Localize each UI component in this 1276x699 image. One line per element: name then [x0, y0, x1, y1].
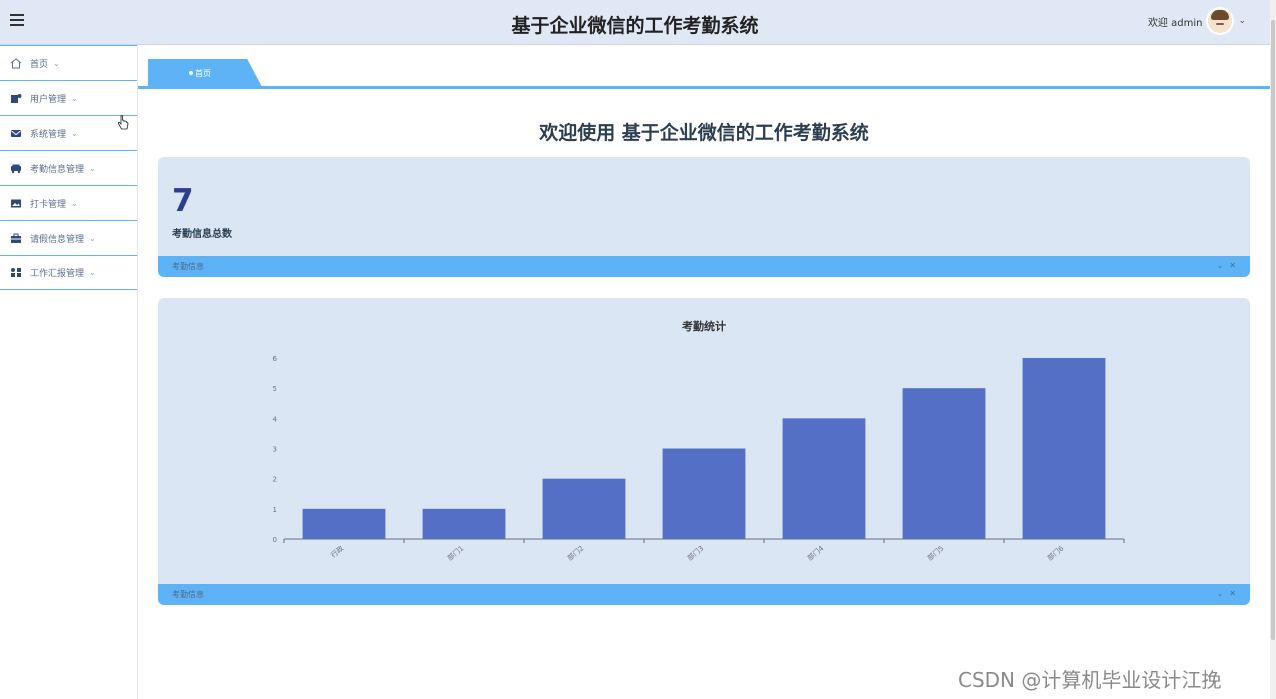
chevron-down-icon[interactable]: ⌄: [1238, 16, 1246, 26]
sidebar: 首页 ⌄ 用户管理 ⌄ 系统管理 ⌄ 考勤信息管理 ⌄ 打卡管理 ⌄ 请假信息管…: [0, 45, 138, 699]
chart-title: 考勤统计: [682, 319, 726, 333]
y-tick-label: 2: [273, 476, 277, 484]
x-tick-label: 行政: [329, 544, 346, 560]
x-tick-label: 部门3: [685, 544, 705, 563]
stat-card: 7 考勤信息总数 考勤信息 ⌄ ✕: [158, 157, 1250, 277]
close-icon[interactable]: ✕: [1229, 589, 1236, 598]
sidebar-item-label: 首页: [30, 59, 49, 70]
sidebar-item-label: 打卡管理: [30, 199, 67, 210]
avatar[interactable]: [1206, 7, 1235, 35]
chevron-down-icon: ⌄: [71, 128, 78, 138]
sidebar-item-users[interactable]: 用户管理 ⌄: [0, 80, 137, 115]
x-tick-label: 部门2: [565, 544, 585, 563]
top-header: 基于企业微信的工作考勤系统 欢迎 admin ⌄: [0, 0, 1270, 45]
y-tick-label: 4: [273, 415, 278, 423]
sidebar-item-label: 考勤信息管理: [30, 164, 85, 175]
x-tick-label: 部门4: [805, 543, 825, 562]
collapse-icon[interactable]: ⌄: [1217, 589, 1224, 598]
stat-value: 7: [172, 183, 194, 219]
y-tick-label: 6: [273, 355, 278, 363]
tab-underline: [138, 86, 1270, 89]
x-tick-label: 部门5: [925, 544, 945, 563]
chevron-down-icon: ⌄: [89, 268, 96, 277]
envelope-icon: [10, 128, 22, 139]
tab-bar: 首页: [138, 45, 1270, 90]
sidebar-item-label: 系统管理: [30, 129, 67, 140]
chart-bar: [902, 388, 986, 539]
tab-home[interactable]: 首页: [148, 59, 262, 87]
y-tick-label: 5: [273, 385, 277, 393]
sidebar-item-label: 工作汇报管理: [30, 269, 85, 279]
stat-label: 考勤信息总数: [172, 229, 232, 240]
app-title: 基于企业微信的工作考勤系统: [511, 15, 759, 37]
sidebar-item-attendance[interactable]: 考勤信息管理 ⌄: [0, 150, 137, 185]
mouse-pointer-icon: [117, 115, 129, 130]
chevron-down-icon: ⌄: [89, 233, 96, 243]
card-footer-label: 考勤信息: [172, 590, 204, 599]
collapse-icon[interactable]: ⌄: [1217, 261, 1224, 270]
chart-bar: [662, 448, 746, 539]
chart-bar: [782, 418, 866, 539]
scrollbar[interactable]: [1270, 0, 1276, 699]
chart-bar: [422, 508, 506, 539]
sidebar-item-leave[interactable]: 请假信息管理 ⌄: [0, 220, 137, 255]
sidebar-item-home[interactable]: 首页 ⌄: [0, 45, 137, 80]
user-icon: [10, 93, 22, 104]
card-footer: 考勤信息 ⌄ ✕: [158, 584, 1250, 605]
briefcase-icon: [10, 233, 22, 244]
x-tick-label: 部门1: [445, 544, 465, 563]
y-tick-label: 3: [273, 446, 277, 454]
sidebar-item-checkin[interactable]: 打卡管理 ⌄: [0, 185, 137, 220]
scrollbar-thumb[interactable]: [1271, 20, 1275, 640]
chevron-down-icon: ⌄: [53, 58, 60, 68]
card-footer-label: 考勤信息: [172, 262, 204, 271]
sidebar-item-label: 请假信息管理: [30, 234, 85, 245]
chevron-down-icon: ⌄: [71, 198, 78, 208]
chart-bar: [302, 508, 386, 539]
sidebar-item-label: 用户管理: [30, 94, 67, 105]
car-icon: [10, 163, 22, 174]
y-tick-label: 1: [273, 506, 277, 514]
card-controls: ⌄ ✕: [1217, 589, 1236, 598]
tab-dot-icon: [189, 71, 193, 75]
x-tick-label: 部门6: [1045, 543, 1065, 562]
image-icon: [10, 198, 22, 209]
greeting-text: 欢迎 admin: [1147, 17, 1203, 29]
card-footer: 考勤信息 ⌄ ✕: [158, 256, 1250, 277]
chevron-down-icon: ⌄: [71, 93, 78, 103]
card-controls: ⌄ ✕: [1217, 261, 1236, 270]
close-icon[interactable]: ✕: [1229, 261, 1236, 270]
y-tick-label: 0: [273, 536, 277, 544]
chart-bar: [542, 478, 626, 539]
chart-bar: [1022, 358, 1106, 539]
watermark: CSDN @计算机毕业设计江挽: [958, 668, 1222, 692]
home-icon: [10, 57, 22, 69]
tab-label: 首页: [195, 68, 211, 78]
chart-card: 考勤统计 0 1 2 3 4 5 6 行政 部门1 部门2 部门3 部门4 部门5 部门6 考勤信息 ⌄ …: [158, 298, 1250, 605]
welcome-heading: 欢迎使用 基于企业微信的工作考勤系统: [539, 122, 869, 144]
sidebar-item-report[interactable]: 工作汇报管理 ⌄: [0, 255, 137, 290]
user-menu[interactable]: 欢迎 admin ⌄: [1148, 7, 1246, 35]
chevron-down-icon: ⌄: [89, 163, 96, 173]
bar-chart: 考勤统计 0 1 2 3 4 5 6 行政 部门1 部门2 部门3 部门4 部门5 部门6: [273, 319, 1125, 563]
grid-icon: [10, 267, 22, 278]
